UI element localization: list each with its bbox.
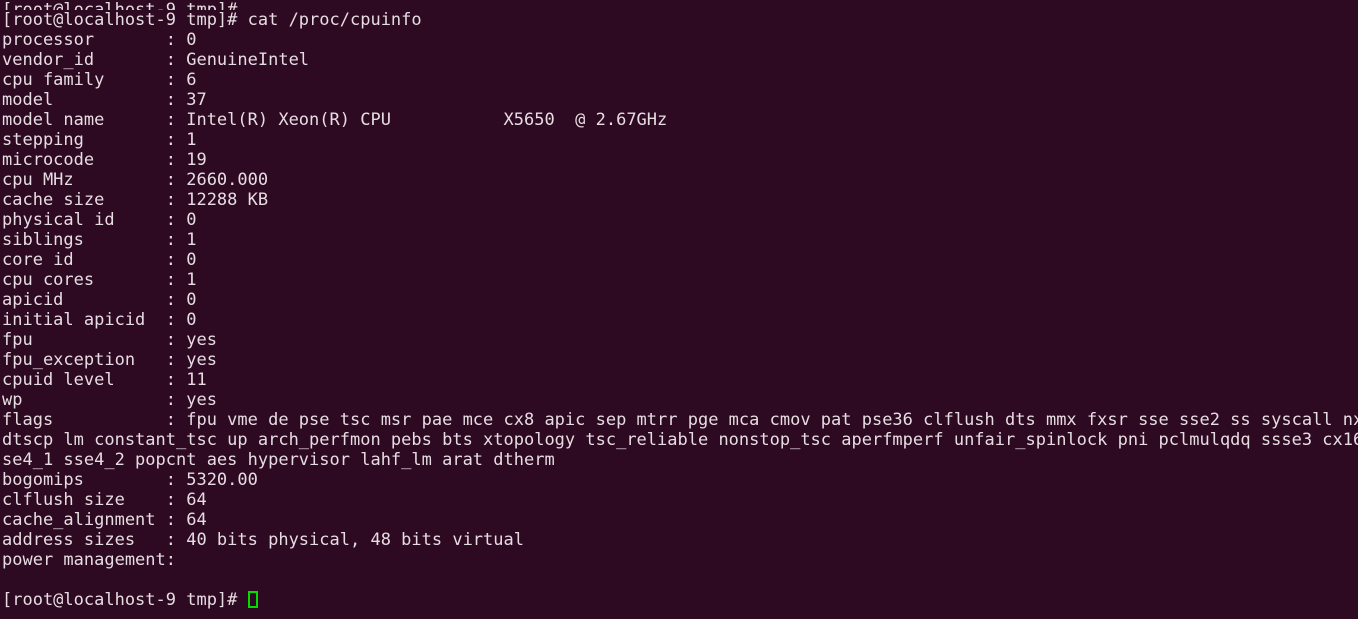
cpuinfo-field-initial-apicid: initial apicid : 0 [2, 310, 197, 330]
cpuinfo-field-model: model : 37 [2, 90, 207, 110]
cpuinfo-field-cache-alignment: cache_alignment : 64 [2, 510, 207, 530]
power-management-line: power management: [2, 550, 176, 570]
final-prompt-line: [root@localhost-9 tmp]# [2, 590, 1358, 610]
cpuinfo-field-apicid: apicid : 0 [2, 290, 197, 310]
cpuinfo-tail-block: bogomips : 5320.00 clflush size : 64 cache… [2, 470, 1358, 550]
cpuinfo-field-vendor-id: vendor_id : GenuineIntel [2, 50, 310, 70]
flags-line-3: se4_1 sse4_2 popcnt aes hypervisor lahf_… [2, 450, 555, 470]
cpuinfo-field-cpu-cores: cpu cores : 1 [2, 270, 197, 290]
scrollback-partial-line: [root@localhost-9 tmp]# [2, 0, 238, 10]
terminal-window[interactable]: [root@localhost-9 tmp]# [root@localhost-… [0, 0, 1358, 619]
cpuinfo-field-wp: wp : yes [2, 390, 217, 410]
cpuinfo-field-model-name: model name : Intel(R) Xeon(R) CPU X5650 … [2, 110, 668, 130]
cpuinfo-field-cpu-family: cpu family : 6 [2, 70, 197, 90]
cpuinfo-field-cpu-MHz: cpu MHz : 2660.000 [2, 170, 269, 190]
text-cursor[interactable] [247, 591, 258, 608]
cpuinfo-field-fpu-exception: fpu_exception : yes [2, 350, 217, 370]
cpuinfo-field-core-id: core id : 0 [2, 250, 197, 270]
prompt-text: [root@localhost-9 tmp]# [2, 590, 248, 610]
cpuinfo-field-cache-size: cache size : 12288 KB [2, 190, 269, 210]
command-line: [root@localhost-9 tmp]# cat /proc/cpuinf… [2, 10, 422, 30]
cpuinfo-field-processor: processor : 0 [2, 30, 197, 50]
cpuinfo-field-microcode: microcode : 19 [2, 150, 207, 170]
cpuinfo-field-physical-id: physical id : 0 [2, 210, 197, 230]
cpuinfo-field-siblings: siblings : 1 [2, 230, 197, 250]
cpuinfo-field-address-sizes: address sizes : 40 bits physical, 48 bit… [2, 530, 524, 550]
flags-line-2: dtscp lm constant_tsc up arch_perfmon pe… [2, 430, 1358, 450]
cpuinfo-field-fpu: fpu : yes [2, 330, 217, 350]
cpuinfo-field-clflush-size: clflush size : 64 [2, 490, 207, 510]
cpuinfo-output-block: processor : 0 vendor_id : GenuineIntel cpu… [2, 30, 1358, 410]
cpuinfo-field-cpuid-level: cpuid level : 11 [2, 370, 207, 390]
cpuinfo-field-bogomips: bogomips : 5320.00 [2, 470, 258, 490]
flags-line-1: flags : fpu vme de pse tsc msr pae mce c… [2, 410, 1358, 430]
cpuinfo-field-stepping: stepping : 1 [2, 130, 197, 150]
